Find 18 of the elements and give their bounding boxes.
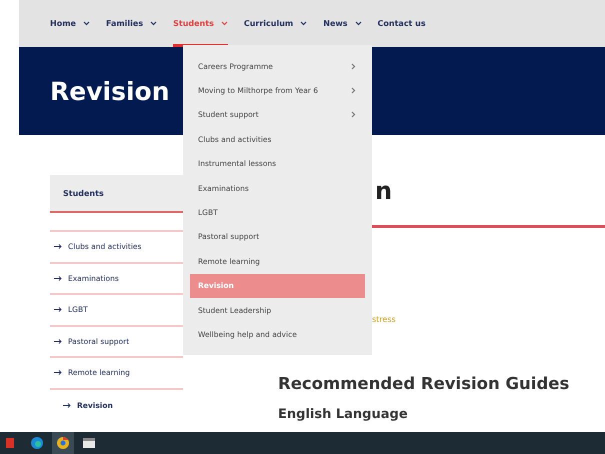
subheading: English Language	[278, 407, 409, 423]
arrow-icon	[54, 338, 62, 344]
arrow-icon	[54, 307, 62, 312]
nav-link[interactable]: Families	[106, 0, 158, 47]
nav-link[interactable]: Contact us	[378, 0, 426, 47]
arrow-icon	[54, 276, 62, 281]
arrow-icon	[63, 402, 71, 408]
window-icon	[81, 435, 97, 451]
page-heading: n	[375, 176, 392, 206]
nav-link[interactable]: Curriculum	[244, 0, 308, 47]
section-heading: Recommended Revision Guides	[278, 374, 570, 394]
browser-icon	[55, 435, 71, 451]
page-title: Revision	[50, 76, 170, 106]
arrow-icon	[54, 244, 62, 250]
arrow-icon	[54, 370, 62, 376]
nav-link[interactable]: Home	[50, 0, 90, 47]
browser-icon	[29, 435, 45, 451]
nav-link[interactable]: News	[323, 0, 362, 47]
